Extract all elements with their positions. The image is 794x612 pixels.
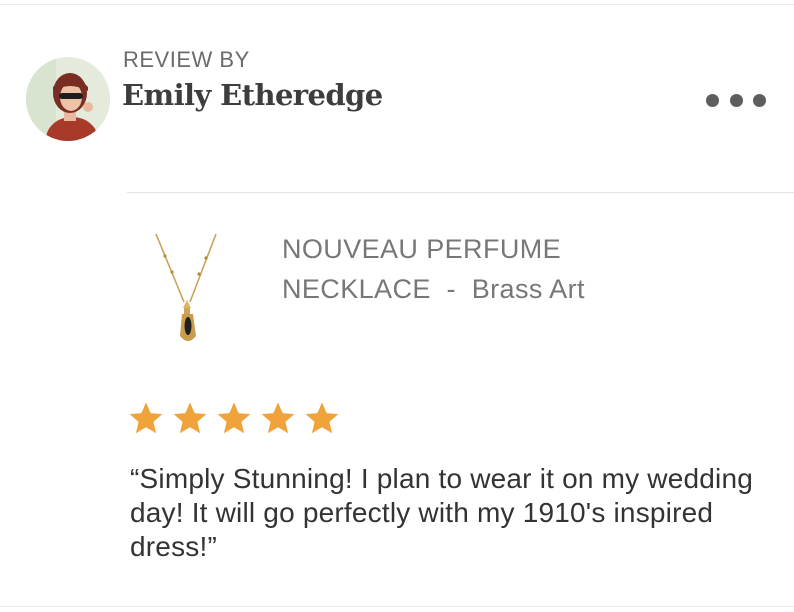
product-thumbnail[interactable]	[150, 228, 230, 348]
section-divider	[127, 192, 794, 193]
review-card: REVIEW BY Emily Etheredge NOUVEAU PERFUM…	[0, 0, 794, 612]
more-horizontal-icon	[729, 93, 743, 107]
more-horizontal-icon	[753, 93, 766, 107]
more-options-button[interactable]	[706, 88, 766, 112]
star-rating	[127, 400, 341, 438]
star-icon	[129, 402, 163, 434]
review-by-label: REVIEW BY	[123, 47, 250, 72]
title-separator: -	[430, 274, 472, 304]
star-icon	[305, 402, 339, 434]
top-divider	[0, 4, 794, 5]
star-icon	[173, 402, 207, 434]
avatar[interactable]	[26, 57, 110, 141]
more-horizontal-icon	[706, 93, 719, 107]
shop-name: Brass Art	[471, 274, 585, 304]
product-link[interactable]: NOUVEAU PERFUME NECKLACE - Brass Art	[282, 229, 682, 309]
bottom-divider	[0, 606, 794, 607]
reviewer-name[interactable]: Emily Etheredge	[122, 78, 383, 112]
product-name-line1: NOUVEAU PERFUME	[282, 234, 562, 264]
star-icon	[261, 402, 295, 434]
review-text: “Simply Stunning! I plan to wear it on m…	[130, 463, 753, 562]
product-name-line2: NECKLACE	[282, 274, 431, 304]
star-icon	[217, 402, 251, 434]
